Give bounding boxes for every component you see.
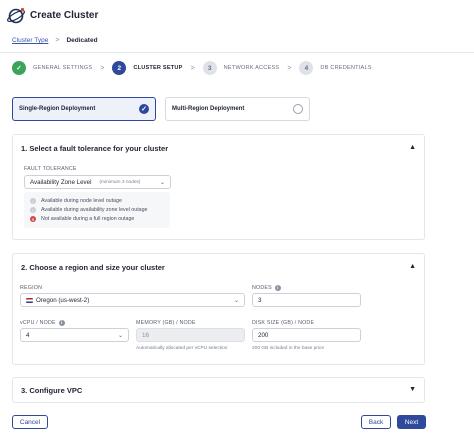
status-text: Not available during a full region outag… <box>41 216 135 222</box>
status-item: ✕ Not available during a full region out… <box>30 216 134 222</box>
memory-hint: Automatically allocated per vCPU selecti… <box>136 346 228 351</box>
disk-size-label: DISK SIZE (GB) / NODE <box>252 320 315 326</box>
configure-vpc-section[interactable]: 3. Configure VPC ▼ <box>12 377 425 403</box>
step-db-credentials[interactable]: 4 DB CREDENTIALS <box>299 61 372 75</box>
us-flag-icon <box>26 297 33 303</box>
chevron-down-icon: ⌄ <box>159 179 165 186</box>
multi-region-deployment-option[interactable]: Multi-Region Deployment <box>165 97 310 121</box>
info-icon[interactable]: i <box>58 320 65 326</box>
step-label: GENERAL SETTINGS <box>33 65 93 71</box>
step-label: NETWORK ACCESS <box>223 65 280 71</box>
page-header: Create Cluster <box>0 0 474 34</box>
step-cluster-setup[interactable]: 2 CLUSTER SETUP <box>112 61 182 75</box>
fault-tolerance-value: Availability Zone Level <box>30 178 92 186</box>
info-icon[interactable]: i <box>274 285 281 291</box>
disk-size-input[interactable]: 200 <box>252 328 361 342</box>
status-item: ✓ Available during availability zone lev… <box>30 207 148 213</box>
status-item: ✓ Available during node level outage <box>30 198 122 204</box>
expand-caret-icon[interactable]: ▼ <box>409 386 416 393</box>
header-divider <box>0 52 474 53</box>
fault-tolerance-status-list: ✓ Available during node level outage ✓ A… <box>24 192 170 228</box>
error-circle-icon: ✕ <box>30 216 36 222</box>
step-label: CLUSTER SETUP <box>133 65 183 71</box>
cancel-button[interactable]: Cancel <box>12 415 48 429</box>
chevron-down-icon: ⌄ <box>233 297 239 304</box>
wizard-stepper: ✓ GENERAL SETTINGS > 2 CLUSTER SETUP > 3… <box>12 60 372 76</box>
next-button[interactable]: Next <box>397 415 426 429</box>
fault-tolerance-select[interactable]: Availability Zone Level (minimum 3 nodes… <box>24 175 171 189</box>
region-label: REGION <box>20 285 43 291</box>
region-select[interactable]: Oregon (us-west-2) ⌄ <box>20 293 245 307</box>
check-circle-icon: ✓ <box>30 207 36 213</box>
fault-tolerance-hint: (minimum 3 nodes) <box>99 179 141 185</box>
nodes-input[interactable]: 3 <box>252 293 361 307</box>
nodes-label-text: NODES <box>252 285 272 291</box>
status-text: Available during node level outage <box>41 198 122 204</box>
planet-logo-icon <box>7 7 25 24</box>
step-number: 2 <box>112 61 127 75</box>
section-title: 2. Choose a region and size your cluster <box>21 263 165 272</box>
collapse-caret-icon[interactable]: ▲ <box>409 144 416 151</box>
check-icon: ✓ <box>12 61 26 75</box>
step-label: DB CREDENTIALS <box>320 65 372 71</box>
region-value: Oregon (us-west-2) <box>36 296 90 304</box>
vcpu-select[interactable]: 4 ⌄ <box>20 328 129 342</box>
vcpu-label-text: vCPU / NODE <box>20 320 56 326</box>
chevron-right-icon: > <box>100 64 105 72</box>
check-circle-icon: ✓ <box>30 198 36 204</box>
radio-button[interactable] <box>293 104 303 114</box>
single-region-deployment-option[interactable]: Single-Region Deployment ✓ <box>12 97 156 121</box>
checkmark-icon: ✓ <box>139 104 149 114</box>
breadcrumb-cluster-type-link[interactable]: Cluster Type <box>12 37 48 44</box>
deployment-option-label: Single-Region Deployment <box>19 106 96 112</box>
step-general-settings[interactable]: ✓ GENERAL SETTINGS <box>12 61 92 75</box>
chevron-right-icon: > <box>287 64 292 72</box>
section-title: 3. Configure VPC <box>21 386 83 395</box>
breadcrumb-current: Dedicated <box>66 37 98 44</box>
collapse-caret-icon[interactable]: ▲ <box>409 263 416 270</box>
chevron-down-icon: ⌄ <box>117 332 123 339</box>
chevron-right-icon: > <box>190 64 195 72</box>
fault-tolerance-label: FAULT TOLERANCE <box>24 166 77 172</box>
page-title: Create Cluster <box>30 10 99 21</box>
vcpu-label: vCPU / NODE i <box>20 320 65 326</box>
step-number: 4 <box>299 61 314 75</box>
status-text: Available during availability zone level… <box>41 207 148 213</box>
vcpu-value: 4 <box>26 331 30 339</box>
chevron-right-icon: > <box>55 37 60 44</box>
deployment-option-label: Multi-Region Deployment <box>172 106 245 112</box>
breadcrumb: Cluster Type > Dedicated <box>12 37 98 44</box>
section-title: 1. Select a fault tolerance for your clu… <box>21 144 169 153</box>
memory-input: 16 <box>136 328 245 342</box>
step-number: 3 <box>202 61 217 75</box>
step-network-access[interactable]: 3 NETWORK ACCESS <box>202 61 280 75</box>
memory-label: MEMORY (GB) / NODE <box>136 320 196 326</box>
disk-size-hint: 200 GB included in the base price <box>252 346 325 351</box>
back-button[interactable]: Back <box>361 415 391 429</box>
nodes-label: NODES i <box>252 285 281 291</box>
